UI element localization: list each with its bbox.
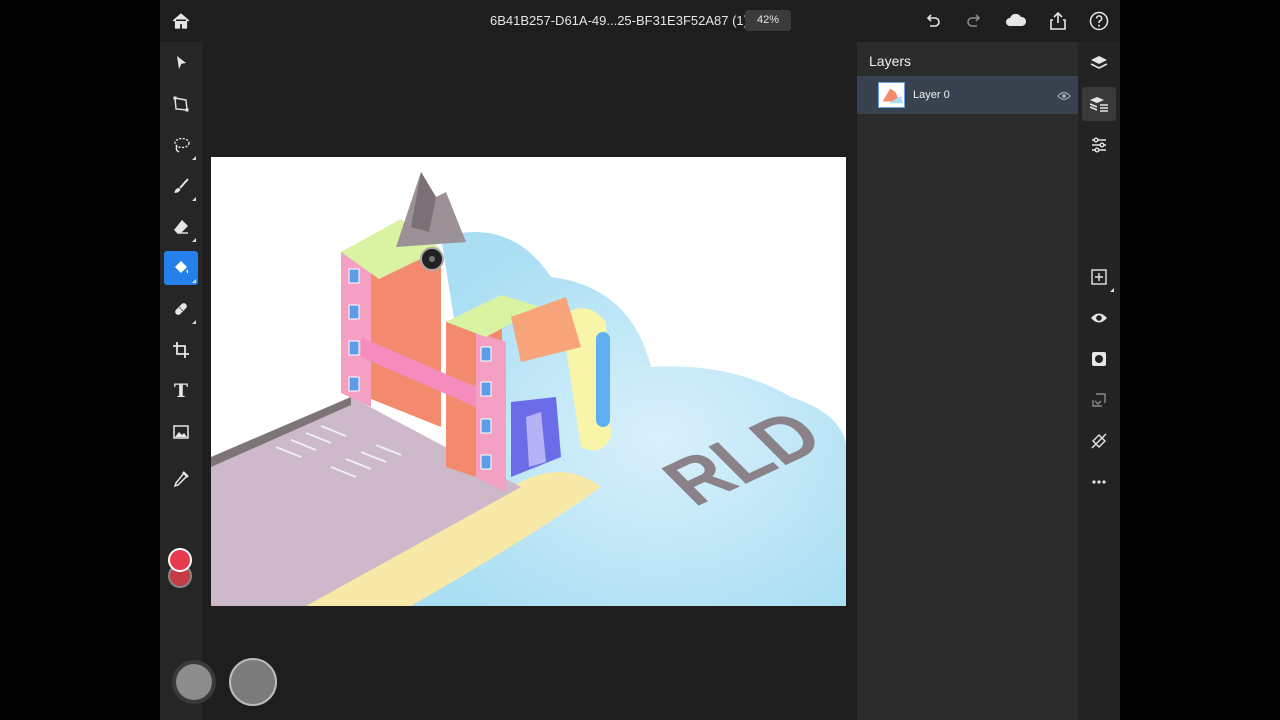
- layer-properties-icon[interactable]: [1082, 87, 1116, 121]
- move-tool[interactable]: [164, 46, 198, 80]
- crop-tool[interactable]: [164, 333, 198, 367]
- image-icon: [173, 425, 189, 439]
- touch-shortcut-large[interactable]: [229, 658, 277, 706]
- paint-bucket-tool[interactable]: [164, 251, 198, 285]
- layer-name: Layer 0: [913, 89, 950, 101]
- document-title[interactable]: 6B41B257-D61A-49...25-BF31E3F52A87 (1): [490, 13, 748, 28]
- right-strip: [1078, 42, 1120, 720]
- type-tool[interactable]: T: [164, 374, 198, 408]
- tools-panel: T: [160, 42, 277, 720]
- layers-panel: Layers Layer 0: [857, 42, 1078, 720]
- layers-title: Layers: [869, 53, 912, 69]
- document-canvas[interactable]: RLD: [211, 157, 846, 606]
- cloud-icon[interactable]: [1004, 10, 1028, 32]
- healing-tool[interactable]: [164, 292, 198, 326]
- brush-tool[interactable]: [164, 169, 198, 203]
- clipping-icon[interactable]: [1082, 383, 1116, 417]
- arrow-pointer-icon: [177, 56, 186, 69]
- visibility-icon[interactable]: [1082, 301, 1116, 335]
- photoshop-app: 6B41B257-D61A-49...25-BF31E3F52A87 (1) 4…: [160, 0, 1120, 720]
- zoom-level[interactable]: 42%: [745, 10, 791, 31]
- eyedropper-tool[interactable]: [164, 462, 198, 496]
- redo-icon[interactable]: [963, 10, 985, 32]
- crop-icon: [173, 342, 189, 358]
- lasso-tool[interactable]: [164, 128, 198, 162]
- transform-icon: [173, 96, 189, 112]
- help-icon[interactable]: [1088, 10, 1110, 32]
- home-icon[interactable]: [170, 10, 192, 32]
- brush-icon: [174, 178, 189, 193]
- eraser-icon: [174, 220, 188, 234]
- layer-row[interactable]: Layer 0: [857, 76, 1078, 114]
- eraser-tool[interactable]: [164, 210, 198, 244]
- eye-icon[interactable]: [1057, 89, 1071, 101]
- foreground-color-swatch[interactable]: [168, 548, 192, 572]
- lasso-icon: [174, 137, 190, 153]
- more-icon[interactable]: [1082, 465, 1116, 499]
- artwork: RLD: [211, 172, 846, 606]
- undo-icon[interactable]: [922, 10, 944, 32]
- bandage-icon: [175, 303, 187, 315]
- eyedropper-icon: [173, 471, 189, 488]
- type-icon: T: [173, 380, 189, 402]
- mask-icon[interactable]: [1082, 342, 1116, 376]
- share-icon[interactable]: [1047, 10, 1069, 32]
- place-image-tool[interactable]: [164, 415, 198, 449]
- transform-tool[interactable]: [164, 87, 198, 121]
- touch-shortcut-small[interactable]: [176, 664, 212, 700]
- top-bar: 6B41B257-D61A-49...25-BF31E3F52A87 (1) 4…: [160, 0, 1120, 42]
- layer-thumbnail: [878, 82, 905, 108]
- add-layer-icon[interactable]: [1082, 260, 1116, 294]
- adjustments-icon[interactable]: [1082, 128, 1116, 162]
- paint-bucket-icon: [175, 261, 189, 274]
- eraser-layer-icon[interactable]: [1082, 424, 1116, 458]
- layers-icon[interactable]: [1082, 46, 1116, 80]
